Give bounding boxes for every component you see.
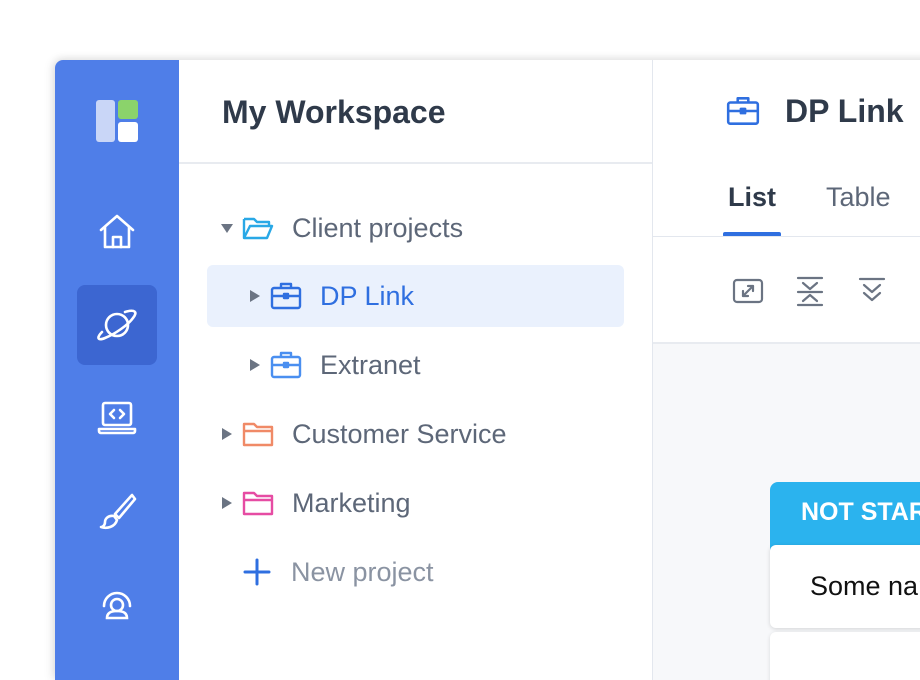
expand-all-button[interactable] xyxy=(855,274,889,308)
expand-button[interactable] xyxy=(731,274,765,308)
tree-item-label: Marketing xyxy=(292,487,411,518)
home-icon xyxy=(99,214,135,249)
new-project-label: New project xyxy=(291,556,434,587)
workspace-panel: My Workspace Client projects DP Link Ext… xyxy=(179,60,653,680)
tree-item-customer-service[interactable]: Customer Service xyxy=(207,403,624,465)
task-card[interactable] xyxy=(770,632,920,680)
task-card[interactable]: Some name xyxy=(770,545,920,628)
rail-home-button[interactable] xyxy=(77,192,157,272)
caret-down-icon[interactable] xyxy=(220,221,234,235)
page-title: DP Link xyxy=(785,93,904,129)
app-window: My Workspace Client projects DP Link Ext… xyxy=(55,60,920,680)
tree-item-marketing[interactable]: Marketing xyxy=(207,472,624,534)
tree-item-label: Extranet xyxy=(320,349,421,380)
caret-right-icon[interactable] xyxy=(248,289,262,303)
tree-item-client-projects[interactable]: Client projects xyxy=(207,197,624,259)
folder-open-icon xyxy=(240,210,276,246)
app-logo-icon xyxy=(96,100,138,142)
expand-icon xyxy=(732,278,764,304)
rail-design-button[interactable] xyxy=(77,471,157,551)
plus-icon xyxy=(239,554,275,590)
tab-list[interactable]: List xyxy=(728,182,776,213)
main-area: DP Link List Table NOT STAR Some na xyxy=(653,60,920,680)
collapse-icon xyxy=(796,276,824,307)
tree-item-label: Client projects xyxy=(292,212,464,243)
workspace-divider xyxy=(179,162,652,164)
collapse-button[interactable] xyxy=(793,274,827,308)
rail-dev-button[interactable] xyxy=(77,378,157,458)
briefcase-icon xyxy=(726,97,760,125)
folder-icon xyxy=(240,416,276,452)
tree-item-label: Customer Service xyxy=(292,418,507,449)
laptop-code-icon xyxy=(97,401,137,435)
planet-icon xyxy=(97,309,137,341)
support-headset-icon xyxy=(102,591,132,620)
paintbrush-icon xyxy=(99,493,137,530)
chevrons-down-icon xyxy=(858,277,886,302)
folder-icon xyxy=(240,485,276,521)
tree-item-label: DP Link xyxy=(320,280,415,311)
tree-item-extranet[interactable]: Extranet xyxy=(207,334,624,396)
caret-right-icon[interactable] xyxy=(220,496,234,510)
rail-projects-button[interactable] xyxy=(77,285,157,365)
new-project-button[interactable]: New project xyxy=(207,541,624,603)
workspace-title: My Workspace xyxy=(222,94,446,130)
caret-right-icon[interactable] xyxy=(248,358,262,372)
briefcase-icon xyxy=(268,347,304,383)
rail-support-button[interactable] xyxy=(77,564,157,644)
app-rail xyxy=(55,60,179,680)
tree-item-dp-link[interactable]: DP Link xyxy=(207,265,624,327)
caret-right-icon[interactable] xyxy=(220,427,234,441)
briefcase-icon xyxy=(268,278,304,314)
tab-table[interactable]: Table xyxy=(826,182,891,213)
